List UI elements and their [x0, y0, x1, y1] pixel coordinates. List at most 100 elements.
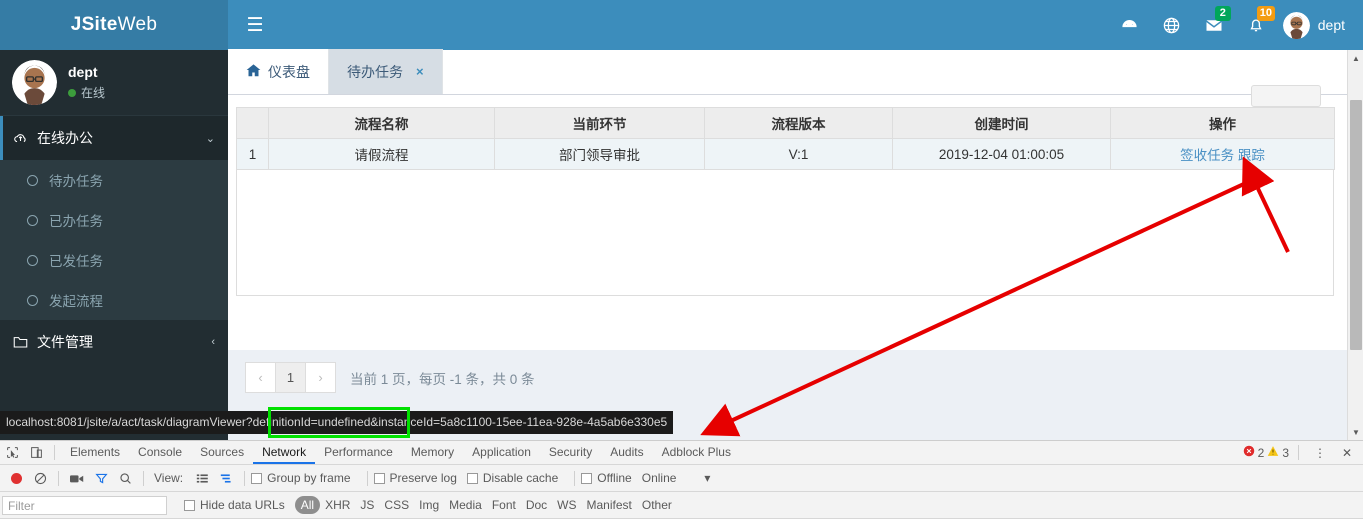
sidebar-submenu: 待办任务 已办任务 已发任务 发起流程 [0, 160, 228, 320]
page-scrollbar[interactable]: ▲ ▼ [1347, 50, 1363, 440]
devtools-tab-adblock-plus[interactable]: Adblock Plus [653, 441, 740, 464]
trace-link[interactable]: 跟踪 [1238, 148, 1265, 163]
pagination: ‹ 1 › 当前 1 页，每页 -1 条，共 0 条 [228, 350, 1363, 393]
pagination-page-1[interactable]: 1 [275, 362, 306, 393]
filter-type-media[interactable]: Media [444, 496, 487, 514]
devtools-tab-audits[interactable]: Audits [601, 441, 652, 464]
user-menu[interactable]: dept [1277, 0, 1357, 50]
offline-checkbox[interactable]: Offline [581, 471, 641, 485]
filter-type-doc[interactable]: Doc [521, 496, 552, 514]
devtools-tab-elements[interactable]: Elements [61, 441, 129, 464]
filter-type-ws[interactable]: WS [552, 496, 581, 514]
disable-cache-checkbox[interactable]: Disable cache [466, 471, 568, 485]
col-actions: 操作 [1110, 107, 1335, 139]
throttling-value[interactable]: Online [642, 471, 677, 485]
scrollbar-down-arrow-icon[interactable]: ▼ [1348, 424, 1363, 440]
table-row[interactable]: 1 请假流程 部门领导审批 V:1 2019-12-04 01:00:05 签收… [236, 138, 1335, 170]
toolbar-button-partial[interactable] [1251, 85, 1321, 107]
dashboard-icon[interactable] [1109, 0, 1151, 50]
sidebar-group-file-management[interactable]: 文件管理 ‹ [0, 320, 228, 364]
globe-icon[interactable] [1151, 0, 1193, 50]
devtools-tab-network[interactable]: Network [253, 441, 315, 464]
sidebar-item-start-process[interactable]: 发起流程 [0, 280, 228, 320]
home-icon [246, 63, 261, 80]
filter-type-other[interactable]: Other [637, 496, 677, 514]
more-options-icon[interactable]: ⋮ [1308, 441, 1332, 464]
filter-input[interactable]: Filter [2, 495, 167, 515]
filter-type-css[interactable]: CSS [379, 496, 414, 514]
filter-type-font[interactable]: Font [487, 496, 521, 514]
clear-icon[interactable] [28, 467, 52, 490]
pagination-buttons: ‹ 1 › [245, 362, 336, 393]
filter-type-js[interactable]: JS [355, 496, 379, 514]
sidebar-toggle-icon[interactable]: ☰ [234, 0, 276, 50]
col-current-node: 当前环节 [494, 107, 705, 139]
sidebar-group-online-office[interactable]: 在线办公 ⌄ [0, 116, 228, 160]
checkbox-icon [373, 472, 385, 484]
filter-icon[interactable] [89, 467, 113, 490]
claim-task-link[interactable]: 签收任务 [1180, 148, 1234, 163]
envelope-icon[interactable]: 2 [1193, 0, 1235, 50]
filter-type-manifest[interactable]: Manifest [582, 496, 637, 514]
pagination-summary: 当前 1 页，每页 -1 条，共 0 条 [350, 371, 535, 387]
circle-icon [27, 214, 38, 226]
sidebar-user-status: 在线 [68, 84, 105, 101]
preserve-log-label: Preserve log [389, 471, 457, 485]
online-dot-icon [68, 88, 76, 97]
view-list-icon[interactable] [190, 467, 214, 490]
sidebar-item-todo-tasks[interactable]: 待办任务 [0, 160, 228, 200]
preserve-log-checkbox[interactable]: Preserve log [373, 471, 467, 485]
cell-actions: 签收任务 跟踪 [1110, 138, 1335, 170]
view-waterfall-icon[interactable] [214, 467, 238, 490]
divider [143, 470, 144, 486]
hamburger-icon: ☰ [246, 14, 264, 36]
devtools-tab-performance[interactable]: Performance [315, 441, 402, 464]
col-created: 创建时间 [892, 107, 1111, 139]
divider [574, 470, 576, 486]
sidebar-item-label: 发起流程 [49, 294, 103, 309]
cell-current-node[interactable]: 部门领导审批 [494, 138, 705, 170]
throttling-caret-icon[interactable]: ▾ [704, 471, 710, 485]
status-url-after: &instanceId=5a8c1100-15ee-11ea-928e-4a5a… [370, 415, 668, 429]
filter-type-xhr[interactable]: XHR [320, 496, 355, 514]
scrollbar-thumb[interactable] [1350, 100, 1362, 350]
scrollbar-up-arrow-icon[interactable]: ▲ [1348, 50, 1363, 66]
pagination-next-button[interactable]: › [305, 362, 336, 393]
device-toolbar-icon[interactable] [24, 441, 48, 464]
sidebar-user-panel[interactable]: dept 在线 [0, 50, 228, 116]
devtools-tab-console[interactable]: Console [129, 441, 191, 464]
tab-label: 待办任务 [347, 63, 403, 80]
avatar [1282, 11, 1310, 39]
brand-logo[interactable]: JSite Web [0, 0, 228, 50]
capture-screenshots-icon[interactable] [65, 467, 89, 490]
devtools-panel: Elements Console Sources Network Perform… [0, 440, 1363, 519]
group-by-frame-checkbox[interactable]: Group by frame [251, 471, 360, 485]
devtools-tab-application[interactable]: Application [463, 441, 540, 464]
tab-dashboard[interactable]: 仪表盘 [228, 49, 329, 94]
close-devtools-icon[interactable]: ✕ [1335, 441, 1359, 464]
pagination-prev-button[interactable]: ‹ [245, 362, 276, 393]
sidebar-item-done-tasks[interactable]: 已办任务 [0, 200, 228, 240]
filter-type-all[interactable]: All [294, 496, 321, 514]
record-button[interactable] [4, 467, 28, 490]
cloud-upload-icon [13, 131, 28, 146]
sidebar-item-sent-tasks[interactable]: 已发任务 [0, 240, 228, 280]
folder-icon [13, 335, 28, 349]
devtools-tab-security[interactable]: Security [540, 441, 601, 464]
error-count[interactable]: 2 [1243, 445, 1264, 460]
sidebar-item-label: 待办任务 [49, 174, 103, 189]
sidebar-item-label: 已办任务 [49, 214, 103, 229]
devtools-tab-memory[interactable]: Memory [402, 441, 463, 464]
devtools-tab-sources[interactable]: Sources [191, 441, 253, 464]
browser-page: JSite Web ☰ 2 10 dept dept 在线 在线办公 ⌄ 待办任… [0, 0, 1363, 440]
hide-data-urls-checkbox[interactable]: Hide data URLs [184, 498, 295, 512]
hide-data-urls-label: Hide data URLs [200, 498, 285, 512]
search-icon[interactable] [113, 467, 137, 490]
bell-icon[interactable]: 10 [1235, 0, 1277, 50]
tab-todo-tasks[interactable]: 待办任务 × [329, 49, 443, 94]
filter-type-img[interactable]: Img [414, 496, 444, 514]
inspect-element-icon[interactable] [0, 441, 24, 464]
close-icon[interactable]: × [416, 64, 424, 79]
chevron-left-icon: ‹ [211, 336, 215, 348]
warning-count[interactable]: 3 [1267, 445, 1289, 460]
